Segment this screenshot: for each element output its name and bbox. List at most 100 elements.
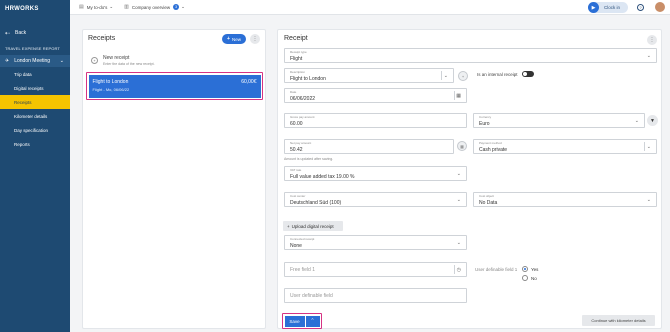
filter-icon[interactable]: ▼ bbox=[647, 115, 658, 126]
radio-yes[interactable]: Yes bbox=[522, 266, 538, 272]
chevron-up-icon[interactable]: ⌃ bbox=[305, 315, 320, 327]
receipt-form-title: Receipt bbox=[284, 35, 308, 42]
user-definable-field-input[interactable]: User definable field bbox=[284, 288, 467, 303]
field-label: Currency bbox=[479, 115, 492, 119]
radio-label: No bbox=[531, 275, 537, 281]
payment-method-select[interactable]: Payment method Cash private ⌄ bbox=[473, 139, 657, 154]
todos-label: My to-do's bbox=[86, 4, 108, 10]
field-value: 50.42 bbox=[290, 147, 303, 153]
clock-in-button[interactable]: ▶ Clock in bbox=[588, 2, 628, 13]
new-button-label: New bbox=[231, 36, 241, 42]
sidebar-item-trip-data[interactable]: Trip data bbox=[0, 67, 70, 81]
date-field[interactable]: Date 06/06/2022 ▦ bbox=[284, 88, 467, 103]
calculator-icon[interactable]: ▦ bbox=[457, 141, 467, 151]
field-value: Flight bbox=[290, 56, 303, 62]
field-label: Connected receipt bbox=[290, 237, 315, 241]
field-label: Cost center bbox=[290, 194, 306, 198]
todos-menu[interactable]: ▤ My to-do's ⌄ bbox=[79, 4, 113, 10]
field-value: Cash private bbox=[479, 147, 508, 153]
chevron-down-icon: ⌄ bbox=[109, 4, 114, 9]
sidebar-meeting[interactable]: ✈ London Meeting ⌄ bbox=[0, 55, 70, 67]
back-label: Back bbox=[15, 30, 27, 36]
sidebar-item-digital-receipts[interactable]: Digital receipts bbox=[0, 81, 70, 95]
description-field[interactable]: Description Flight to London ⌄ bbox=[284, 68, 454, 83]
new-receipt-entry[interactable]: + New receipt Enter the data of the new … bbox=[91, 55, 155, 66]
field-value: Euro bbox=[479, 121, 490, 127]
field-label: Payment method bbox=[479, 141, 502, 145]
user-field-1-radio-group: Yes No bbox=[522, 266, 538, 284]
building-icon: ▥ bbox=[124, 4, 129, 10]
field-placeholder: Free field 1 bbox=[290, 266, 316, 273]
field-label: Receipt type bbox=[290, 50, 307, 54]
continue-kilometer-button[interactable]: Continue with kilometer details bbox=[582, 315, 655, 326]
receipts-panel: Receipts + New ⋮ + New receipt Enter the… bbox=[82, 29, 266, 329]
vat-rate-select[interactable]: VAT rate Full value added tax 19.00 % ⌄ bbox=[284, 166, 467, 181]
help-icon[interactable]: ? bbox=[637, 4, 644, 11]
receipt-card-selected[interactable]: Flight to London 60,00€ Flight - Mo, 06/… bbox=[86, 72, 263, 100]
plus-circle-icon: + bbox=[91, 57, 98, 64]
app-logo: HRWORKS bbox=[5, 6, 39, 12]
field-divider bbox=[454, 91, 455, 100]
cost-center-select[interactable]: Cost center Deutschland Süd (100) ⌄ bbox=[284, 192, 467, 207]
sidebar-item-receipts[interactable]: Receipts bbox=[0, 95, 70, 109]
add-icon[interactable]: + bbox=[458, 71, 468, 81]
cost-object-select[interactable]: Cost object No Data ⌄ bbox=[473, 192, 657, 207]
back-button[interactable]: ⇠ Back bbox=[0, 26, 70, 40]
field-placeholder: User definable field bbox=[290, 292, 333, 299]
clock-label: Clock in bbox=[604, 5, 621, 10]
receipts-title: Receipts bbox=[88, 35, 116, 42]
net-amount-field[interactable]: Net pay amount 50.42 bbox=[284, 139, 454, 154]
currency-select[interactable]: Currency Euro ⌄ bbox=[473, 113, 645, 128]
save-button[interactable]: Save bbox=[284, 315, 305, 327]
section-title: TRAVEL EXPENSE REPORT bbox=[5, 46, 60, 51]
internal-receipt-toggle[interactable]: Is an internal receipt bbox=[477, 71, 534, 77]
chevron-down-icon: ⌄ bbox=[59, 58, 64, 64]
receipt-type-select[interactable]: Receipt type Flight ⌄ bbox=[284, 48, 657, 63]
receipt-subtitle: Flight - Mo, 06/06/22 bbox=[92, 86, 130, 92]
save-button-group: Save ⌃ bbox=[282, 313, 322, 329]
plus-icon: + bbox=[227, 36, 230, 42]
field-label: Date bbox=[290, 90, 297, 94]
sidebar-item-kilometer-details[interactable]: Kilometer details bbox=[0, 109, 70, 123]
field-divider bbox=[441, 71, 442, 80]
company-overview-menu[interactable]: ▥ Company overview 3 ⌄ bbox=[124, 4, 185, 10]
back-arrow-icon: ⇠ bbox=[5, 30, 11, 37]
chevron-down-icon: ⌄ bbox=[634, 117, 639, 124]
field-value: 60.00 bbox=[290, 121, 303, 127]
calendar-icon[interactable]: ▦ bbox=[456, 93, 461, 99]
free-field-1-input[interactable]: Free field 1 ◷ bbox=[284, 262, 467, 277]
field-value: 06/06/2022 bbox=[290, 96, 316, 102]
radio-no[interactable]: No bbox=[522, 275, 538, 281]
upload-button-label: Upload digital receipt bbox=[291, 223, 334, 229]
upload-digital-receipt-button[interactable]: + Upload digital receipt bbox=[283, 221, 343, 231]
upload-icon: + bbox=[287, 223, 290, 229]
gross-amount-field[interactable]: Gross pay amount 60.00 bbox=[284, 113, 467, 128]
field-label: Net pay amount bbox=[290, 141, 312, 145]
notification-badge: 3 bbox=[173, 4, 180, 10]
field-divider bbox=[454, 265, 455, 274]
chevron-down-icon: ⌄ bbox=[443, 72, 448, 79]
toggle-switch[interactable] bbox=[521, 71, 534, 77]
new-receipt-hint: Enter the data of the new receipt. bbox=[103, 62, 155, 66]
kebab-icon[interactable]: ⋮ bbox=[647, 35, 657, 45]
new-receipt-title: New receipt bbox=[103, 55, 130, 61]
connected-receipt-select[interactable]: Connected receipt None ⌄ bbox=[284, 235, 467, 250]
company-label: Company overview bbox=[131, 4, 171, 10]
avatar[interactable] bbox=[655, 2, 665, 12]
chevron-down-icon: ⌄ bbox=[646, 196, 651, 203]
sidebar-item-reports[interactable]: Reports bbox=[0, 137, 70, 151]
radio-button[interactable] bbox=[522, 275, 528, 281]
field-value: None bbox=[290, 243, 302, 249]
new-receipt-button[interactable]: + New bbox=[222, 34, 246, 44]
play-icon: ▶ bbox=[588, 2, 599, 13]
chevron-down-icon: ⌄ bbox=[456, 170, 461, 177]
chevron-down-icon: ⌄ bbox=[646, 52, 651, 59]
kebab-icon[interactable]: ⋮ bbox=[250, 34, 260, 44]
chevron-down-icon: ⌄ bbox=[646, 143, 651, 150]
receipt-amount: 60,00€ bbox=[241, 78, 257, 85]
chevron-down-icon: ⌄ bbox=[456, 196, 461, 203]
clock-icon[interactable]: ◷ bbox=[457, 267, 461, 273]
radio-button[interactable] bbox=[522, 266, 528, 272]
field-label: Cost object bbox=[479, 194, 495, 198]
sidebar-item-day-specification[interactable]: Day specification bbox=[0, 123, 70, 137]
